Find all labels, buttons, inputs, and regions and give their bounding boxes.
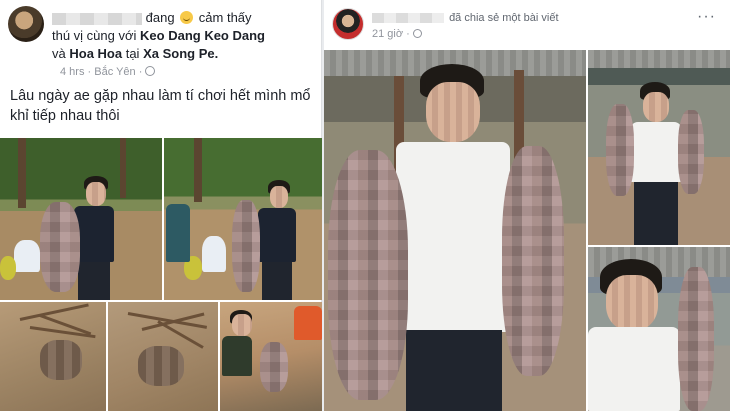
- right-post-meta: 21 giờ ·: [372, 28, 422, 40]
- right-post-author-line: đã chia sẻ một bài viết: [372, 12, 559, 24]
- blurred-face: [606, 275, 658, 331]
- white-shirt: [630, 122, 682, 182]
- globe-icon: [412, 29, 422, 38]
- dark-pants: [406, 330, 502, 411]
- pixelated-region: [232, 200, 260, 292]
- left-post-photo-1[interactable]: [0, 138, 162, 300]
- pixelated-region: [606, 104, 634, 196]
- meta-separator: ·: [87, 66, 92, 78]
- post-location[interactable]: Bắc Yên: [94, 66, 135, 78]
- white-shirt: [396, 142, 510, 332]
- roof: [588, 50, 730, 68]
- pixelated-region: [678, 110, 704, 194]
- white-bag: [202, 236, 226, 272]
- tree-trunk: [18, 138, 26, 208]
- pixelated-region: [40, 202, 80, 292]
- post-time[interactable]: 4 hrs: [60, 66, 84, 78]
- right-post-photo-3[interactable]: [588, 247, 730, 411]
- dark-shirt: [258, 208, 296, 262]
- dark-shirt: [222, 336, 252, 376]
- left-post-avatar[interactable]: [8, 6, 44, 42]
- white-bag: [14, 240, 40, 272]
- dark-shirt: [74, 206, 114, 262]
- dark-pants: [78, 262, 110, 300]
- right-post-header: đã chia sẻ một bài viết 21 giờ · ···: [332, 6, 722, 46]
- blurred-face: [270, 186, 288, 208]
- tagged-place[interactable]: Xa Song Pe.: [143, 46, 218, 61]
- left-facebook-post: đang cảm thấy thú vị cùng với Keo Dang K…: [0, 0, 322, 411]
- tree-trunk: [194, 138, 202, 202]
- dark-pants: [634, 182, 678, 245]
- at-word: tại: [125, 46, 140, 61]
- and-word: và: [52, 46, 66, 61]
- meta-separator: ·: [406, 28, 410, 40]
- pixelated-region: [138, 346, 184, 386]
- blurred-face: [232, 314, 252, 336]
- left-post-tag-line: và Hoa Hoa tại Xa Song Pe.: [52, 46, 218, 61]
- more-options-icon[interactable]: ···: [697, 8, 716, 26]
- blurred-face: [426, 82, 480, 142]
- dark-pants: [262, 262, 292, 300]
- pixelated-region: [260, 342, 288, 392]
- screenshot-collage: đang cảm thấy thú vị cùng với Keo Dang K…: [0, 0, 730, 411]
- orange-shirt: [294, 306, 322, 340]
- blurred-face: [643, 92, 669, 122]
- tagged-person-1[interactable]: Keo Dang Keo Dang: [140, 28, 265, 43]
- tree-trunk: [120, 138, 126, 198]
- left-post-meta: 4 hrs · Bắc Yên ·: [60, 66, 156, 78]
- post-time[interactable]: 21 giờ: [372, 28, 403, 40]
- left-post-photo-5[interactable]: [220, 302, 322, 411]
- pixelated-region: [40, 340, 82, 380]
- pixelated-region-right: [502, 146, 564, 376]
- left-post-photo-2[interactable]: [164, 138, 322, 300]
- pixelated-region-left: [328, 150, 408, 400]
- yellow-bag: [0, 256, 16, 280]
- left-post-photo-3[interactable]: [0, 302, 106, 411]
- smiley-emoji-icon: [180, 11, 194, 24]
- left-post-photo-4[interactable]: [108, 302, 218, 411]
- left-post-author-line: đang cảm thấy: [52, 10, 252, 25]
- blurred-author-name[interactable]: [372, 13, 444, 24]
- blurred-author-name[interactable]: [52, 12, 142, 25]
- left-post-body-text: Lâu ngày ae gặp nhau làm tí chơi hết mìn…: [10, 88, 311, 124]
- pixelated-region: [678, 267, 714, 411]
- globe-icon: [145, 66, 156, 76]
- meta-separator-2: ·: [138, 66, 143, 78]
- right-post-photo-2[interactable]: [588, 50, 730, 245]
- feeling-text: cảm thấy: [198, 10, 252, 25]
- feeling-prefix: thú vị cùng với: [52, 28, 137, 43]
- right-post-photo-main[interactable]: [324, 50, 586, 411]
- right-facebook-post: đã chia sẻ một bài viết 21 giờ · ···: [324, 0, 730, 411]
- feeling-word: đang: [145, 10, 175, 25]
- share-action-text: đã chia sẻ một bài viết: [449, 12, 559, 24]
- tagged-person-2[interactable]: Hoa Hoa: [69, 46, 122, 61]
- right-post-avatar[interactable]: [332, 8, 364, 40]
- blurred-face: [86, 182, 106, 206]
- teal-shirt-person: [166, 204, 190, 262]
- left-post-header: đang cảm thấy thú vị cùng với Keo Dang K…: [8, 6, 316, 78]
- white-shirt: [588, 327, 680, 411]
- left-post-feeling-line: thú vị cùng với Keo Dang Keo Dang: [52, 28, 265, 43]
